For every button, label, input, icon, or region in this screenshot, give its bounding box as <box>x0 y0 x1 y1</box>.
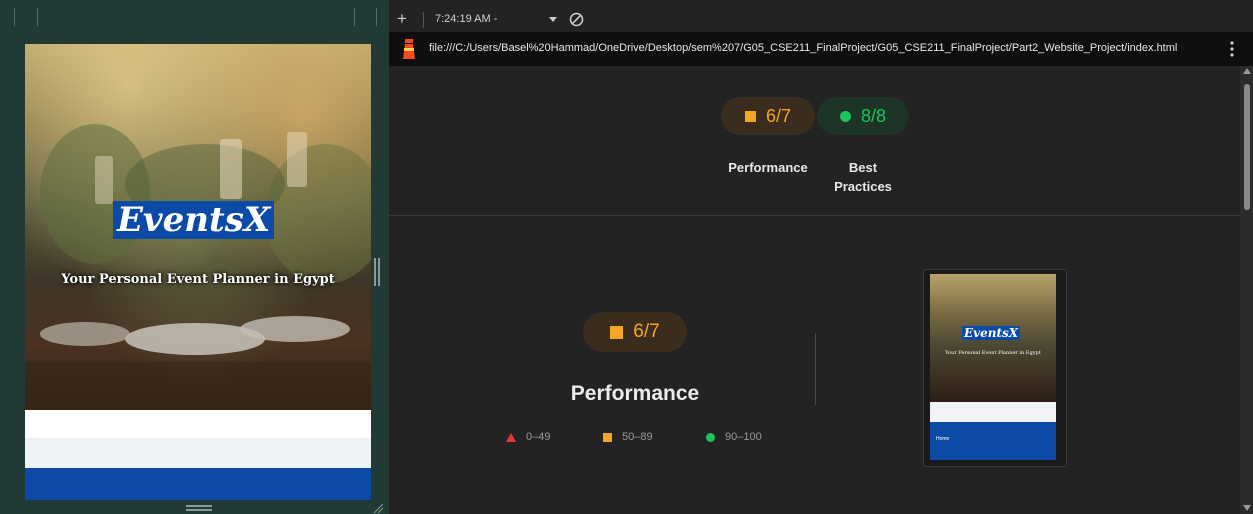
report-url-bar: file:///C:/Users/Basel%20Hammad/OneDrive… <box>389 32 1253 66</box>
legend-fail-range: 0–49 <box>526 431 551 443</box>
device-toolbar <box>0 0 389 26</box>
performance-detail-badge: 6/7 <box>583 312 687 352</box>
report-timestamp-select[interactable]: 7:24:19 AM - <box>435 13 497 25</box>
toolbar-separator <box>423 12 424 28</box>
thumbnail-tagline: Your Personal Event Planner in Egypt <box>945 350 1041 356</box>
pass-circle-icon <box>706 432 715 442</box>
best-practices-summary-label: Best Practices <box>815 158 911 196</box>
best-practices-label-line1: Best <box>848 160 878 175</box>
caret-down-icon[interactable] <box>549 17 557 23</box>
section-divider-vertical <box>815 333 816 405</box>
site-logo: EventsX <box>113 201 275 239</box>
toolbar-divider <box>14 8 15 26</box>
best-practices-score: 8/8 <box>860 105 887 126</box>
resize-handle-horizontal[interactable] <box>186 505 212 511</box>
content-section <box>25 410 371 438</box>
toolbar-divider <box>37 8 38 26</box>
site-navbar <box>25 468 371 500</box>
section-divider <box>389 215 1240 216</box>
average-square-icon <box>610 325 624 339</box>
performance-score: 6/7 <box>765 105 792 126</box>
best-practices-summary-badge[interactable]: 8/8 <box>817 97 909 135</box>
scroll-down-icon[interactable] <box>1243 505 1251 511</box>
more-options-icon[interactable] <box>1230 41 1234 57</box>
legend-fail: 0–49 <box>506 431 550 443</box>
legend-average: 50–89 <box>603 431 653 443</box>
thumbnail-logo: EventsX <box>962 326 1021 340</box>
best-practices-label-line2: Practices <box>834 179 892 194</box>
block-icon[interactable] <box>569 12 584 27</box>
legend-pass: 90–100 <box>706 431 762 443</box>
average-square-icon <box>744 110 756 122</box>
scrollbar-thumb[interactable] <box>1244 84 1250 210</box>
scroll-up-icon[interactable] <box>1243 68 1251 74</box>
performance-summary-badge[interactable]: 6/7 <box>721 97 815 135</box>
resize-handle-vertical[interactable] <box>374 258 381 286</box>
content-section <box>25 438 371 468</box>
toolbar-divider <box>376 8 377 26</box>
hero-image: EventsX Your Personal Event Planner in E… <box>25 44 371 410</box>
devtools-toolbar: + 7:24:19 AM - <box>389 8 1253 32</box>
page-screenshot-thumbnail[interactable]: EventsX Your Personal Event Planner in E… <box>923 269 1067 467</box>
performance-summary-label: Performance <box>728 160 808 175</box>
thumbnail-content <box>930 402 1056 422</box>
legend-pass-range: 90–100 <box>725 431 762 443</box>
lighthouse-icon <box>403 39 415 59</box>
add-icon[interactable]: + <box>397 9 407 29</box>
performance-detail-title: Performance <box>570 382 700 405</box>
site-tagline: Your Personal Event Planner in Egypt <box>61 272 335 287</box>
website-preview[interactable]: EventsX Your Personal Event Planner in E… <box>25 44 371 500</box>
resize-corner-icon[interactable] <box>372 502 384 514</box>
performance-detail-score: 6/7 <box>633 321 660 342</box>
fail-triangle-icon <box>506 432 516 442</box>
legend-average-range: 50–89 <box>622 431 653 443</box>
report-url: file:///C:/Users/Basel%20Hammad/OneDrive… <box>429 42 1178 54</box>
average-square-icon <box>603 432 612 442</box>
pass-circle-icon <box>839 110 851 122</box>
toolbar-divider <box>354 8 355 26</box>
thumbnail-nav-item: Home <box>936 436 950 442</box>
